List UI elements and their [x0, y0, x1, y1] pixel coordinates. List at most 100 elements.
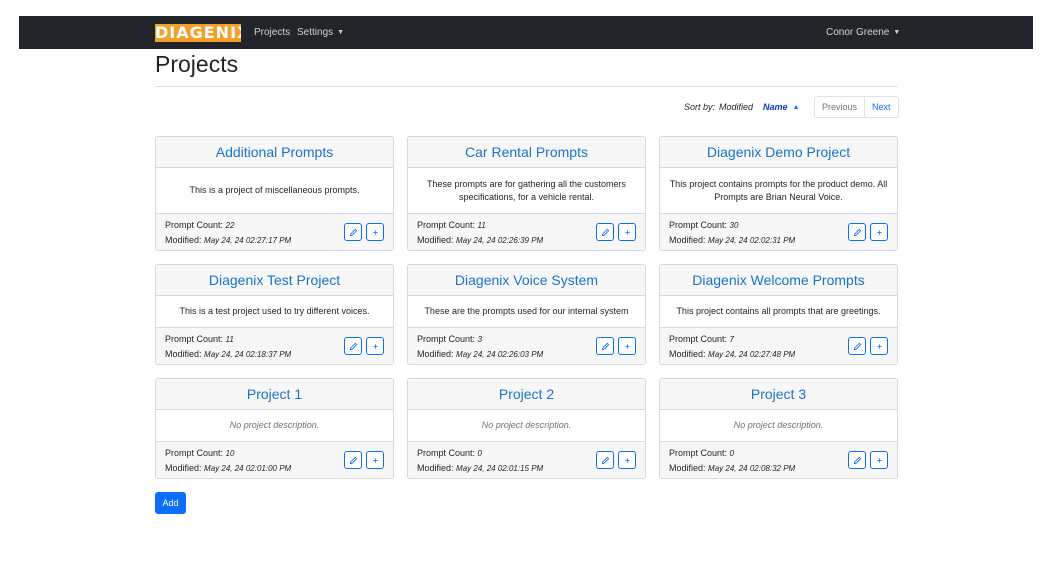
prompt-count-label: Prompt Count: — [165, 334, 224, 344]
project-title-link[interactable]: Diagenix Voice System — [408, 265, 645, 296]
edit-project-button[interactable] — [848, 223, 866, 241]
prompt-count-value: 3 — [477, 335, 482, 344]
add-prompt-button[interactable] — [366, 451, 384, 469]
project-title-link[interactable]: Project 3 — [660, 379, 897, 410]
modified-value: May 24, 24 02:27:48 PM — [708, 350, 796, 359]
project-title-link[interactable]: Diagenix Test Project — [156, 265, 393, 296]
diagenix-logo[interactable]: DIAGENIX — [155, 24, 241, 42]
prompt-count-value: 11 — [225, 335, 234, 344]
project-card: Diagenix Test Project This is a test proj… — [155, 264, 394, 365]
edit-project-button[interactable] — [344, 223, 362, 241]
plus-icon — [876, 229, 883, 236]
modified-label: Modified: — [669, 463, 706, 473]
card-footer: Prompt Count: 0 Modified: May 24, 24 02:0… — [408, 442, 645, 478]
prompt-count-label: Prompt Count: — [417, 448, 476, 458]
pencil-icon — [853, 228, 862, 237]
prompt-count: Prompt Count: 10 — [165, 448, 234, 458]
edit-project-button[interactable] — [596, 223, 614, 241]
plus-icon — [624, 343, 631, 350]
add-prompt-button[interactable] — [366, 223, 384, 241]
add-prompt-button[interactable] — [366, 337, 384, 355]
modified-value: May 24, 24 02:02:31 PM — [708, 236, 796, 245]
caret-up-icon[interactable]: ▲ — [793, 104, 800, 111]
pagination-previous[interactable]: Previous — [814, 96, 866, 118]
pencil-icon — [601, 342, 610, 351]
plus-icon — [372, 457, 379, 464]
prompt-count-value: 0 — [729, 449, 734, 458]
prompt-count-value: 11 — [477, 221, 486, 230]
modified-label: Modified: — [669, 349, 706, 359]
prompt-count-value: 7 — [729, 335, 734, 344]
sort-controls: Sort by: Modified Name ▲ — [684, 97, 800, 117]
project-card: Additional Prompts This is a project of m… — [155, 136, 394, 251]
project-card: Diagenix Demo Project This project contai… — [659, 136, 898, 251]
caret-down-icon: ▼ — [893, 29, 901, 36]
modified-value: May 24, 24 02:18:37 PM — [204, 350, 292, 359]
prompt-count: Prompt Count: 3 — [417, 334, 482, 344]
edit-project-button[interactable] — [596, 337, 614, 355]
prompt-count: Prompt Count: 11 — [417, 220, 486, 230]
add-prompt-button[interactable] — [618, 337, 636, 355]
project-description: This is a project of miscellaneous promp… — [156, 168, 393, 214]
modified-value: May 24, 24 02:27:17 PM — [204, 236, 292, 245]
pencil-icon — [349, 228, 358, 237]
prompt-count-value: 0 — [477, 449, 482, 458]
edit-project-button[interactable] — [596, 451, 614, 469]
modified-label: Modified: — [165, 235, 202, 245]
prompt-count-label: Prompt Count: — [669, 334, 728, 344]
project-title-link[interactable]: Project 2 — [408, 379, 645, 410]
nav-link-projects[interactable]: Projects — [254, 16, 290, 49]
card-footer: Prompt Count: 3 Modified: May 24, 24 02:2… — [408, 328, 645, 364]
nav-dropdown-settings[interactable]: Settings ▼ — [297, 16, 344, 49]
modified-value: May 24, 24 02:01:15 PM — [456, 464, 544, 473]
project-title-link[interactable]: Additional Prompts — [156, 137, 393, 168]
edit-project-button[interactable] — [848, 337, 866, 355]
pagination-next[interactable]: Next — [865, 96, 899, 118]
prompt-count-label: Prompt Count: — [669, 220, 728, 230]
add-prompt-button[interactable] — [618, 223, 636, 241]
plus-icon — [372, 343, 379, 350]
modified-date: Modified: May 24, 24 02:01:00 PM — [165, 463, 291, 473]
edit-project-button[interactable] — [344, 337, 362, 355]
prompt-count: Prompt Count: 0 — [669, 448, 734, 458]
project-title-link[interactable]: Project 1 — [156, 379, 393, 410]
prompt-count: Prompt Count: 7 — [669, 334, 734, 344]
modified-value: May 24, 24 02:26:03 PM — [456, 350, 544, 359]
modified-date: Modified: May 24, 24 02:01:15 PM — [417, 463, 543, 473]
card-footer: Prompt Count: 10 Modified: May 24, 24 02:… — [156, 442, 393, 478]
modified-label: Modified: — [417, 235, 454, 245]
add-prompt-button[interactable] — [870, 337, 888, 355]
prompt-count-value: 30 — [729, 221, 739, 230]
project-card: Project 2 No project description. Prompt C… — [407, 378, 646, 479]
project-description: These are the prompts used for our inter… — [408, 296, 645, 328]
modified-date: Modified: May 24, 24 02:26:39 PM — [417, 235, 543, 245]
card-footer: Prompt Count: 11 Modified: May 24, 24 02:… — [408, 214, 645, 250]
pencil-icon — [853, 342, 862, 351]
pencil-icon — [853, 456, 862, 465]
sort-option-modified[interactable]: Modified — [719, 102, 753, 112]
card-footer: Prompt Count: 30 Modified: May 24, 24 02:… — [660, 214, 897, 250]
pencil-icon — [349, 342, 358, 351]
project-title-link[interactable]: Car Rental Prompts — [408, 137, 645, 168]
add-project-button[interactable]: Add — [155, 492, 186, 514]
edit-project-button[interactable] — [344, 451, 362, 469]
add-prompt-button[interactable] — [618, 451, 636, 469]
prompt-count-value: 10 — [225, 449, 235, 458]
project-title-link[interactable]: Diagenix Welcome Prompts — [660, 265, 897, 296]
add-prompt-button[interactable] — [870, 451, 888, 469]
sort-option-name[interactable]: Name — [763, 102, 788, 112]
nav-settings-label: Settings — [297, 27, 334, 38]
add-prompt-button[interactable] — [870, 223, 888, 241]
project-card: Diagenix Voice System These are the promp… — [407, 264, 646, 365]
prompt-count: Prompt Count: 0 — [417, 448, 482, 458]
project-title-link[interactable]: Diagenix Demo Project — [660, 137, 897, 168]
modified-date: Modified: May 24, 24 02:27:48 PM — [669, 349, 795, 359]
caret-down-icon: ▼ — [337, 29, 345, 36]
prompt-count-label: Prompt Count: — [165, 220, 224, 230]
pencil-icon — [349, 456, 358, 465]
modified-label: Modified: — [417, 463, 454, 473]
user-menu-dropdown[interactable]: Conor Greene ▼ — [826, 16, 900, 49]
edit-project-button[interactable] — [848, 451, 866, 469]
title-divider — [155, 86, 898, 87]
modified-date: Modified: May 24, 24 02:26:03 PM — [417, 349, 543, 359]
